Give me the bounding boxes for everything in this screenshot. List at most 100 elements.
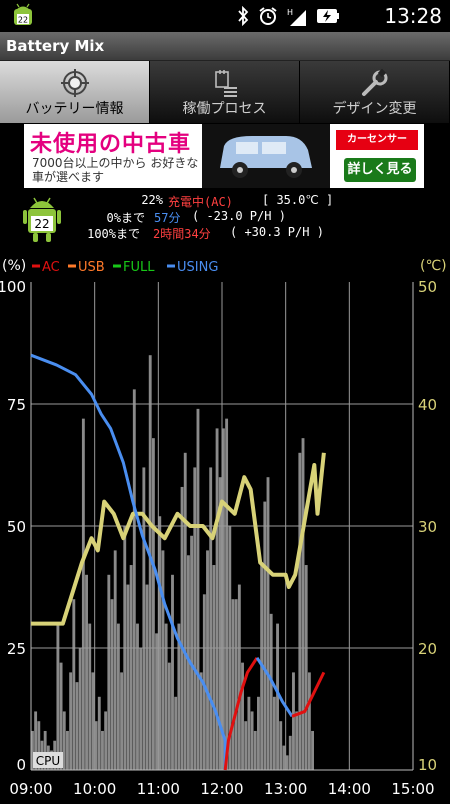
tab-battery-info-label: バッテリー情報: [25, 101, 124, 117]
bluetooth-icon: [238, 6, 249, 26]
cpu-bar: [301, 438, 305, 770]
target-icon: [60, 69, 89, 97]
cpu-bar: [257, 696, 260, 770]
status-battery-badge: 22: [18, 16, 28, 25]
ad-banner[interactable]: 未使用の中古車 7000台以上の中から お好きな車が選べます カーセンサー ca…: [24, 124, 424, 188]
cpu-bar: [88, 623, 92, 770]
y-left-tick-label: 100: [0, 278, 26, 296]
cpu-bar: [104, 711, 108, 770]
cpu-bar: [231, 599, 235, 770]
cpu-bar: [295, 711, 299, 770]
ad-headline: 未使用の中古車: [30, 132, 192, 157]
cpu-bar: [307, 672, 311, 770]
cpu-bar: [171, 574, 174, 770]
status-bar: 22 H 13:28: [0, 0, 450, 32]
cpu-bar: [97, 696, 101, 770]
cpu-bar: [113, 550, 117, 770]
cpu-bar: [75, 682, 79, 770]
cpu-bar: [272, 696, 276, 770]
y-right-tick-label: 50: [418, 278, 437, 296]
cpu-bar: [101, 730, 104, 770]
x-tick-label: 15:00: [391, 780, 434, 798]
cpu-bar: [91, 672, 95, 770]
cpu-bar: [253, 730, 257, 770]
y-right-tick-label: 40: [418, 396, 437, 414]
cpu-bar: [174, 696, 178, 770]
battery-chart-svg: 100 75 50 25 0 50 40 30 20 10 09:00 10:00 11:00 12:00…: [0, 256, 450, 800]
process-list-icon: [214, 70, 237, 97]
empty-time: 57分: [154, 211, 181, 225]
cpu-bar: [209, 467, 213, 770]
y-left-tick-label: 25: [7, 640, 26, 658]
cpu-bar: [304, 565, 308, 770]
y-left-tick-label: 75: [7, 396, 26, 414]
tab-running-processes[interactable]: 稼働プロセス: [150, 61, 300, 123]
cpu-bar: [72, 599, 76, 770]
cpu-bar: [164, 623, 168, 770]
y-right-tick-label: 20: [418, 640, 437, 658]
cpu-bar: [85, 574, 88, 770]
cpu-bar: [234, 599, 238, 770]
cpu-bar: [225, 418, 229, 770]
cpu-bar: [66, 730, 69, 770]
legend-label: USB: [78, 260, 105, 275]
cpu-bar: [139, 648, 143, 770]
full-label: 100%まで: [87, 227, 140, 241]
empty-rate: ( -23.0 P/H ): [192, 209, 286, 223]
android-battery-icon: 22: [14, 3, 32, 25]
y-right-tick-label: 30: [418, 518, 437, 536]
cpu-bar: [136, 623, 139, 770]
y-left-tick-label: 50: [7, 518, 26, 536]
cpu-bar: [237, 584, 241, 770]
tab-bar: バッテリー情報 稼働プロセス デザイン変更: [0, 61, 450, 123]
alarm-icon: [259, 7, 277, 25]
signal-icon: H: [287, 8, 306, 26]
cpu-bar: [311, 730, 314, 770]
cpu-bar: [266, 477, 270, 770]
cpu-bar: [288, 735, 292, 770]
cpu-bar: [167, 662, 171, 770]
cpu-bar: [241, 662, 244, 770]
cpu-bar: [116, 623, 120, 770]
info-row-full: 100%まで 2時間34分 ( +30.3 P/H ): [0, 225, 450, 243]
cpu-bar: [69, 672, 73, 770]
status-network-type: H: [287, 8, 293, 17]
cpu-bar: [244, 721, 248, 770]
legend-label: AC: [42, 260, 60, 275]
cpu-bar: [120, 672, 123, 770]
cpu-bar: [298, 452, 302, 770]
cpu-bar: [206, 550, 209, 770]
cpu-bar: [193, 467, 197, 770]
y-left-unit: (%): [2, 258, 26, 274]
cpu-bar: [269, 613, 273, 770]
battery-charging-icon: [317, 9, 339, 23]
tab-battery-info[interactable]: バッテリー情報: [0, 61, 150, 123]
y-right-tick-label: 10: [418, 756, 437, 774]
battery-history-chart[interactable]: 100 75 50 25 0 50 40 30 20 10 09:00 10:00 11:00 12:00…: [0, 256, 450, 800]
ad-subtext: 7000台以上の中から お好きな車が選べます: [32, 156, 199, 184]
y-left-tick-label: 0: [16, 756, 26, 774]
tab-design-change-label: デザイン変更: [332, 101, 417, 117]
cpu-bar: [183, 452, 187, 770]
x-tick-label: 11:00: [137, 780, 180, 798]
cpu-bar: [250, 711, 254, 770]
cpu-bar: [132, 389, 136, 770]
cpu-bar: [190, 535, 194, 770]
y-right-unit: (℃): [420, 258, 447, 274]
cpu-bar: [247, 696, 251, 770]
cpu-bar: [196, 408, 200, 770]
cpu-bar: [126, 584, 130, 770]
charging-status: 充電中(AC): [168, 195, 233, 209]
cpu-bar: [282, 745, 286, 770]
ad-logo: カーセンサー carsensor: [336, 130, 418, 165]
status-icons: H: [236, 6, 340, 26]
cpu-bar: [263, 501, 267, 770]
tab-design-change[interactable]: デザイン変更: [300, 61, 450, 123]
wrench-icon: [361, 68, 387, 96]
legend-label: USING: [177, 260, 218, 275]
cpu-bar: [199, 672, 203, 770]
cpu-bar: [110, 599, 114, 770]
empty-label: 0%まで: [106, 211, 145, 225]
ad-cta-button[interactable]: 詳しく見る: [344, 158, 416, 182]
x-tick-label: 12:00: [200, 780, 243, 798]
